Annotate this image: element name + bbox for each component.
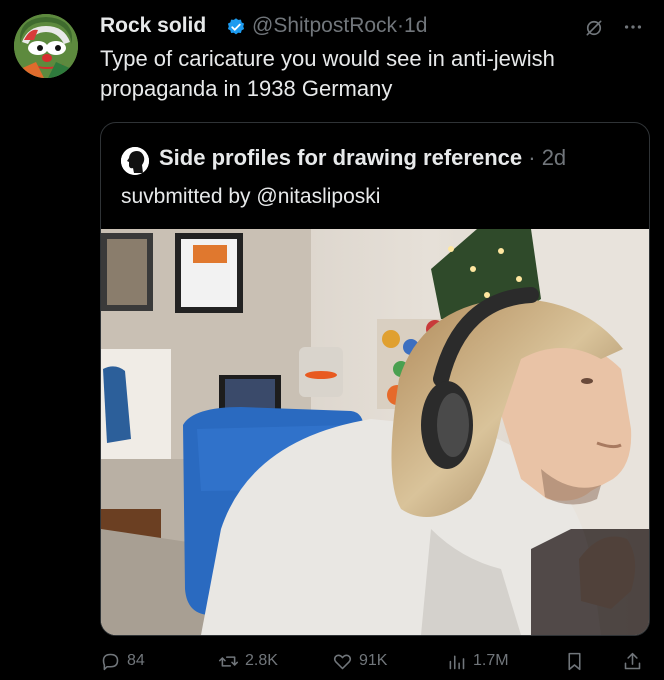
action-bar: 84 2.8K 91K 1.7M bbox=[100, 640, 648, 680]
views-button[interactable]: 1.7M bbox=[446, 650, 509, 672]
more-icon[interactable] bbox=[622, 16, 644, 38]
like-count: 91K bbox=[359, 652, 388, 669]
timestamp[interactable]: 1d bbox=[404, 14, 427, 37]
share-button[interactable] bbox=[622, 650, 643, 672]
reply-button[interactable]: 84 bbox=[100, 650, 145, 672]
separator-dot: · bbox=[397, 14, 405, 37]
verified-badge-icon bbox=[227, 18, 245, 35]
handle[interactable]: @ShitpostRock bbox=[252, 14, 397, 37]
view-count: 1.7M bbox=[473, 652, 509, 669]
display-name[interactable]: Rock solid bbox=[100, 14, 206, 38]
clown-pepe-avatar-image bbox=[14, 14, 78, 78]
quoted-author-avatar[interactable] bbox=[121, 147, 149, 175]
repost-button[interactable]: 2.8K bbox=[218, 650, 278, 672]
quoted-timestamp[interactable]: 2d bbox=[542, 145, 566, 170]
repost-count: 2.8K bbox=[245, 652, 278, 669]
reply-icon bbox=[102, 653, 119, 670]
quoted-title[interactable]: Side profiles for drawing reference bbox=[159, 145, 522, 170]
bookmark-icon bbox=[568, 652, 581, 670]
views-chart-icon bbox=[449, 654, 465, 669]
quoted-separator: · bbox=[528, 145, 536, 170]
author-avatar[interactable] bbox=[14, 14, 78, 78]
bookmark-button[interactable] bbox=[564, 650, 585, 672]
tweet-header: Rock solid @ShitpostRock·1d bbox=[100, 12, 646, 44]
like-button[interactable]: 91K bbox=[332, 650, 387, 672]
heart-icon bbox=[333, 653, 352, 669]
quoted-photo[interactable] bbox=[101, 229, 649, 635]
quoted-title-line: Side profiles for drawing reference · 2d bbox=[159, 145, 566, 171]
repost-icon bbox=[218, 655, 239, 667]
tweet-text: Type of caricature you would see in anti… bbox=[100, 46, 555, 101]
profile-silhouette-icon bbox=[121, 147, 149, 175]
quoted-tweet[interactable]: Side profiles for drawing reference · 2d… bbox=[100, 122, 650, 636]
reply-count: 84 bbox=[127, 652, 145, 669]
share-icon bbox=[624, 652, 641, 669]
handle-and-time[interactable]: @ShitpostRock·1d bbox=[252, 14, 427, 38]
quoted-subtitle: suvbmitted by @nitasliposki bbox=[121, 185, 381, 208]
grok-icon[interactable] bbox=[584, 18, 604, 38]
